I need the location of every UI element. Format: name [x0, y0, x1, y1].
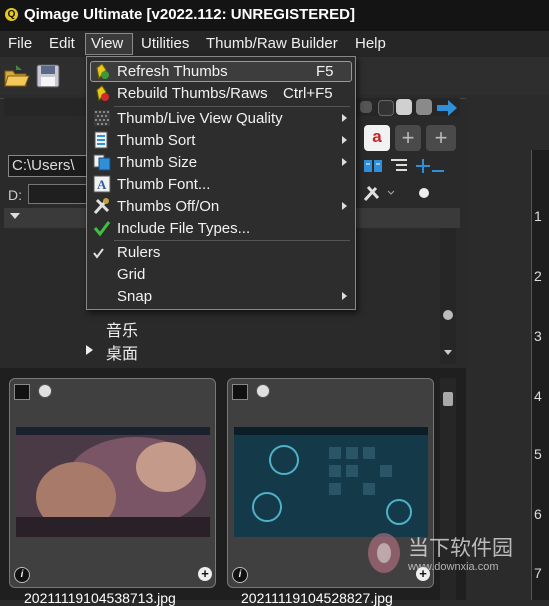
menu-item-label: Rebuild Thumbs/Raws: [117, 85, 268, 102]
ruler-label: 1: [534, 208, 542, 224]
scroll-thumb[interactable]: [443, 392, 453, 406]
tree-item-desktop[interactable]: 桌面: [106, 340, 138, 364]
folder-tree-scrollbar[interactable]: [440, 228, 456, 364]
thumbnail-image: [234, 427, 428, 537]
book-icon[interactable]: [362, 156, 384, 176]
info-icon[interactable]: i: [232, 567, 248, 583]
submenu-arrow-icon: [342, 202, 347, 210]
menu-file[interactable]: File: [8, 35, 32, 52]
thumbnail-card[interactable]: i +: [9, 378, 216, 588]
menu-view[interactable]: View: [91, 35, 123, 52]
add-to-print-icon[interactable]: +: [198, 567, 212, 581]
rating-dot-icon[interactable]: [256, 384, 270, 398]
scroll-thumb[interactable]: [443, 310, 453, 320]
menu-item-label: Thumbs Off/On: [117, 198, 220, 215]
sort-icon: [94, 131, 108, 149]
ruler-label: 2: [534, 268, 542, 284]
info-icon[interactable]: i: [14, 567, 30, 583]
menu-item-label: Thumb/Live View Quality: [117, 110, 283, 127]
menu-separator: [114, 240, 350, 241]
scroll-down-icon[interactable]: [444, 350, 452, 355]
submenu-arrow-icon: [342, 136, 347, 144]
tree-item-music[interactable]: 音乐: [106, 317, 138, 341]
save-disk-icon: [36, 64, 60, 88]
tools-icon: [93, 198, 110, 215]
menu-item-label: Include File Types...: [117, 220, 251, 237]
folder-path-field[interactable]: C:\Users\: [8, 155, 90, 177]
dot-indicator-icon[interactable]: [419, 188, 429, 198]
select-checkbox[interactable]: [232, 384, 248, 400]
menu-item-label: Grid: [117, 266, 146, 283]
menu-item-shortcut: Ctrl+F5: [283, 85, 333, 102]
menu-help[interactable]: Help: [355, 35, 386, 52]
menu-separator: [114, 106, 350, 107]
menu-item-label: Refresh Thumbs: [117, 63, 228, 80]
rating-dot-icon[interactable]: [38, 384, 52, 398]
ruler-label: 6: [534, 506, 542, 522]
save-button[interactable]: [34, 62, 62, 90]
size-icon: [93, 154, 111, 171]
quality-icon: [94, 110, 110, 126]
toolbar-square-small[interactable]: [360, 101, 372, 113]
thumbnail-filename: 20211119104538713.jpg: [24, 590, 176, 606]
menu-item-label: Thumb Font...: [117, 176, 211, 193]
font-icon: A: [93, 175, 111, 193]
toolbar-square-grey[interactable]: [416, 99, 432, 115]
list-indent-icon[interactable]: [388, 156, 410, 176]
open-folder-icon: [4, 65, 30, 87]
checked-icon: [93, 248, 104, 259]
spacing-adjust-icon[interactable]: [414, 154, 450, 176]
tree-expand-icon[interactable]: [86, 345, 93, 355]
submenu-arrow-icon: [342, 292, 347, 300]
rebuild-icon: [96, 85, 109, 102]
checkmark-icon: [93, 221, 111, 237]
menu-item-label: Thumb Size: [117, 154, 198, 171]
refresh-icon: [96, 63, 109, 80]
thumbnail-image: [16, 427, 210, 537]
toolbar-square-dark[interactable]: [378, 100, 394, 116]
ruler-label: 3: [534, 328, 542, 344]
watermark-logo-icon: [368, 533, 400, 573]
window-title: Qimage Ultimate [v2022.112: UNREGISTERED…: [24, 6, 355, 23]
watermark-url: www.downxia.com: [408, 561, 499, 573]
menu-item-label: Snap: [117, 288, 153, 305]
drive-label: D:: [8, 187, 22, 203]
amazon-icon[interactable]: a: [364, 125, 390, 151]
submenu-arrow-icon: [342, 158, 347, 166]
add-button[interactable]: +: [395, 125, 421, 151]
ruler-label: 5: [534, 446, 542, 462]
collapse-arrow-icon: [10, 213, 20, 219]
ruler-label: 4: [534, 388, 542, 404]
menu-thumb-raw-builder[interactable]: Thumb/Raw Builder: [206, 35, 338, 52]
menu-item-label: Rulers: [117, 244, 161, 261]
menu-utilities[interactable]: Utilities: [141, 35, 189, 52]
menu-edit[interactable]: Edit: [49, 35, 75, 52]
thumbnail-card[interactable]: i +: [227, 378, 434, 588]
thumbnail-filename: 20211119104528827.jpg: [241, 590, 393, 606]
forward-arrow-icon[interactable]: [436, 99, 458, 117]
submenu-arrow-icon: [342, 114, 347, 122]
drive-selector[interactable]: [28, 184, 90, 204]
app-logo-icon: Q: [5, 8, 18, 21]
toolbar-square-light[interactable]: [396, 99, 412, 115]
open-folder-button[interactable]: [2, 62, 30, 90]
svg-text:A: A: [97, 177, 107, 192]
select-checkbox[interactable]: [14, 384, 30, 400]
menu-item-shortcut: F5: [316, 63, 334, 80]
add-page-button[interactable]: +: [426, 125, 456, 151]
tools-dropdown-icon[interactable]: [362, 182, 396, 204]
menu-item-label: Thumb Sort: [117, 132, 196, 149]
ruler-label: 7: [534, 565, 542, 581]
watermark-text: 当下软件园: [408, 537, 513, 560]
